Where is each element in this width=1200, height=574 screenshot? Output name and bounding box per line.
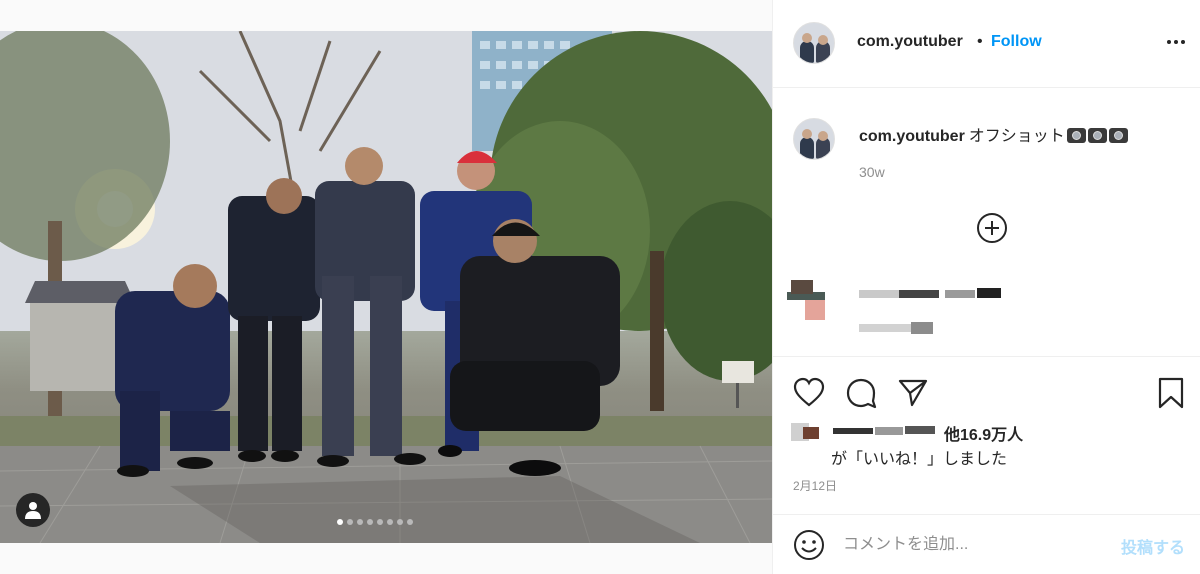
carousel-dot (377, 519, 383, 525)
avatar[interactable] (793, 22, 835, 64)
camera-icon (1108, 128, 1128, 143)
group-photo-illustration (0, 31, 772, 543)
carousel-dot (347, 519, 353, 525)
camera-icon (1066, 128, 1086, 143)
carousel-dot (367, 519, 373, 525)
user-icon (25, 502, 41, 519)
more-horizontal-icon[interactable] (1167, 40, 1185, 44)
load-more-comments-icon[interactable] (976, 212, 1008, 244)
separator-dot: • (977, 33, 983, 50)
emoji-icon[interactable] (793, 529, 825, 561)
caption-avatar[interactable] (793, 118, 835, 160)
heart-icon[interactable] (793, 377, 825, 409)
carousel-dot (337, 519, 343, 525)
carousel-dot (397, 519, 403, 525)
carousel-dot (407, 519, 413, 525)
tagged-users-button[interactable] (16, 493, 50, 527)
post-header: com.youtuber • Follow (773, 0, 1200, 88)
carousel-dot (387, 519, 393, 525)
bookmark-icon[interactable] (1155, 377, 1187, 409)
camera-icon (1087, 128, 1107, 143)
likes-suffix: が「いいね！」しました (831, 451, 1008, 468)
paper-plane-icon[interactable] (897, 377, 929, 409)
instagram-post-view: com.youtuber • Follow com.youtuber オフショット… (0, 0, 1200, 574)
post-comment-button[interactable]: 投稿する (1121, 534, 1185, 558)
photo-viewer (0, 0, 772, 574)
caption-timestamp[interactable]: 30w (859, 164, 885, 180)
redacted-avatar (787, 280, 825, 320)
follow-button[interactable]: Follow (991, 33, 1042, 51)
post-date[interactable]: 2月12日 (793, 477, 837, 494)
comment-input[interactable] (843, 531, 1093, 559)
likes-count[interactable]: 他16.9万人 (944, 421, 1023, 445)
caption-text: オフショット (968, 128, 1065, 145)
post-side-panel: com.youtuber • Follow com.youtuber オフショット… (772, 0, 1200, 574)
caption-line: com.youtuber オフショット (859, 122, 1128, 146)
post-actions: 他16.9万人 が「いいね！」しました 2月12日 (773, 356, 1200, 514)
comment-composer: 投稿する (773, 514, 1200, 574)
carousel-dot (357, 519, 363, 525)
username-link[interactable]: com.youtuber (857, 33, 963, 51)
carousel-indicator (337, 519, 413, 525)
caption-username[interactable]: com.youtuber (859, 128, 965, 145)
comment-icon[interactable] (845, 377, 877, 409)
liker-avatar[interactable] (791, 423, 821, 441)
post-photo[interactable] (0, 31, 772, 543)
